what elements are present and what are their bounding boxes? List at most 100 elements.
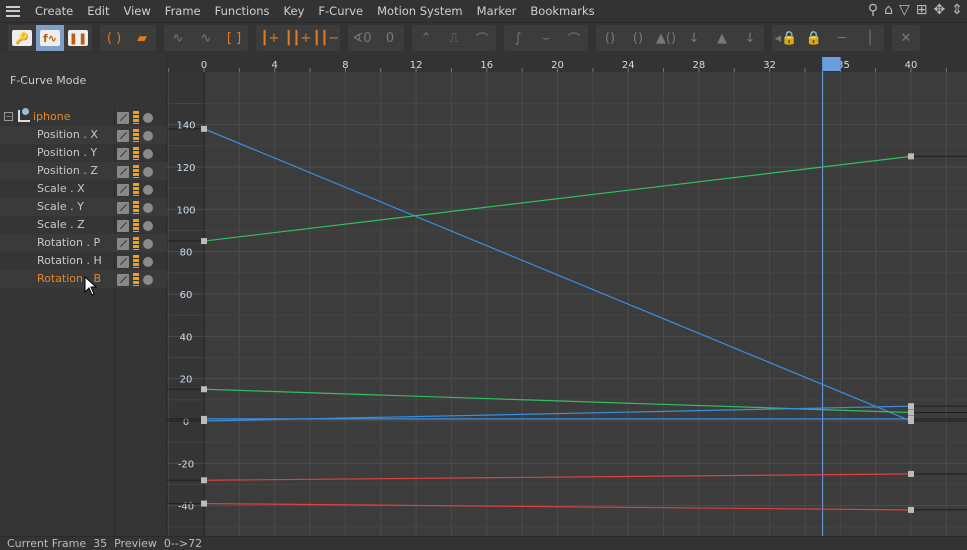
step-button[interactable]: ⎍ — [440, 25, 468, 51]
solo-toggle-icon[interactable] — [143, 220, 153, 231]
track-row[interactable]: Scale . Y — [0, 198, 167, 216]
lock-time-button[interactable]: 🔒 — [800, 25, 828, 51]
track-row[interactable]: Scale . Z — [0, 216, 167, 234]
menu-bookmarks[interactable]: Bookmarks — [523, 4, 601, 18]
move-icon[interactable]: ✥ — [934, 2, 946, 18]
menu-create[interactable]: Create — [28, 4, 80, 18]
keyframe[interactable] — [201, 477, 207, 484]
zero-length-button[interactable]: 0 — [376, 25, 404, 51]
mute-button[interactable]: ✕ — [892, 25, 920, 51]
keyframe[interactable] — [201, 500, 207, 507]
dopesheet-mode-button[interactable]: ❚❚ — [64, 25, 92, 51]
solo-toggle-icon[interactable] — [143, 274, 153, 285]
add-keys-button[interactable]: ┃┃+ — [284, 25, 312, 51]
solo-toggle-icon[interactable] — [143, 130, 153, 141]
menu-edit[interactable]: Edit — [80, 4, 116, 18]
layer-icon[interactable] — [133, 273, 139, 286]
scale-vertical-icon[interactable]: ⇕ — [951, 2, 963, 18]
edit-toggle-icon[interactable] — [117, 237, 129, 250]
layer-icon[interactable] — [133, 183, 139, 196]
menu-key[interactable]: Key — [277, 4, 312, 18]
layer-icon[interactable] — [133, 165, 139, 178]
edit-toggle-icon[interactable] — [117, 147, 129, 160]
menu-view[interactable]: View — [117, 4, 158, 18]
tangent-unlock-button[interactable]: () — [624, 25, 652, 51]
keyframe[interactable] — [908, 506, 914, 513]
solo-toggle-icon[interactable] — [143, 166, 153, 177]
folder-button[interactable]: ▰ — [128, 25, 156, 51]
solo-toggle-icon[interactable] — [143, 202, 153, 213]
filter-icon[interactable]: ▽ — [899, 2, 910, 18]
key-mode-button[interactable]: 🔑 — [8, 25, 36, 51]
curve-frame-button[interactable]: ∿ — [164, 25, 192, 51]
edit-toggle-icon[interactable] — [117, 183, 129, 196]
edit-toggle-icon[interactable] — [117, 129, 129, 142]
keyframe[interactable] — [908, 403, 914, 410]
solo-toggle-icon[interactable] — [143, 238, 153, 249]
keyframe[interactable] — [908, 470, 914, 477]
lock-value-h-button[interactable]: ─ — [828, 25, 856, 51]
break-tangent-button[interactable]: ↓ — [680, 25, 708, 51]
ease-in-button[interactable]: ⌣ — [532, 25, 560, 51]
layer-icon[interactable] — [133, 147, 139, 160]
menu-frame[interactable]: Frame — [158, 4, 208, 18]
solo-toggle-icon[interactable] — [143, 112, 153, 123]
keyframe[interactable] — [201, 386, 207, 393]
curve-disabled-button[interactable]: ∿ — [192, 25, 220, 51]
keyframe[interactable] — [908, 409, 914, 416]
menu-motion-system[interactable]: Motion System — [370, 4, 470, 18]
solo-toggle-icon[interactable] — [143, 256, 153, 267]
linear-button[interactable]: ⌃ — [412, 25, 440, 51]
lock-value-v-button[interactable]: │ — [856, 25, 884, 51]
layer-icon[interactable] — [133, 219, 139, 232]
layer-icon[interactable] — [133, 129, 139, 142]
collapse-icon[interactable]: − — [4, 112, 13, 121]
edit-toggle-icon[interactable] — [117, 219, 129, 232]
layer-icon[interactable] — [133, 237, 139, 250]
edit-toggle-icon[interactable] — [117, 165, 129, 178]
track-row[interactable]: Position . Y — [0, 144, 167, 162]
add-key-button[interactable]: ┃+ — [256, 25, 284, 51]
layer-icon[interactable] — [133, 201, 139, 214]
track-row[interactable]: Rotation . P — [0, 234, 167, 252]
fcurve-graph[interactable]: 04812162024283263540140120100806040200-2… — [167, 53, 967, 536]
tangent-lock-button[interactable]: () — [596, 25, 624, 51]
spline-button[interactable]: ⌒ — [468, 25, 496, 51]
add-icon[interactable]: ⊞ — [916, 2, 928, 18]
loop-button[interactable]: ( ) — [100, 25, 128, 51]
track-row[interactable]: Position . Z — [0, 162, 167, 180]
home-icon[interactable]: ⌂ — [884, 2, 893, 18]
fcurve-mode-button[interactable]: f∿ — [36, 25, 64, 51]
zero-angle-button[interactable]: ∢0 — [348, 25, 376, 51]
keyframe[interactable] — [201, 238, 207, 245]
solo-toggle-icon[interactable] — [143, 184, 153, 195]
ease-ease-button[interactable]: ∫ — [504, 25, 532, 51]
keyframe[interactable] — [201, 125, 207, 132]
weight-button[interactable]: ▲ — [708, 25, 736, 51]
remove-keys-button[interactable]: ┃┃− — [312, 25, 340, 51]
auto-tangent-button[interactable]: ↓ — [736, 25, 764, 51]
lock-key-button[interactable]: ◂🔒 — [772, 25, 800, 51]
menu-marker[interactable]: Marker — [470, 4, 524, 18]
menu-functions[interactable]: Functions — [208, 4, 277, 18]
track-row[interactable]: Scale . X — [0, 180, 167, 198]
frame-bracket-button[interactable]: [ ] — [220, 25, 248, 51]
ease-out-button[interactable]: ⌒ — [560, 25, 588, 51]
keyframe[interactable] — [908, 153, 914, 160]
track-row[interactable]: Rotation . H — [0, 252, 167, 270]
search-icon[interactable]: ⚲ — [868, 2, 878, 18]
current-frame-marker[interactable] — [822, 57, 841, 71]
solo-toggle-icon[interactable] — [143, 148, 153, 159]
keyframe[interactable] — [908, 415, 914, 422]
track-row[interactable]: Position . X — [0, 126, 167, 144]
edit-toggle-icon[interactable] — [117, 255, 129, 268]
edit-toggle-icon[interactable] — [117, 273, 129, 286]
layer-icon[interactable] — [133, 255, 139, 268]
edit-toggle-icon[interactable] — [117, 111, 129, 124]
weight-lock-button[interactable]: ▲() — [652, 25, 680, 51]
keyframe[interactable] — [201, 415, 207, 422]
layer-icon[interactable] — [133, 111, 139, 124]
edit-toggle-icon[interactable] — [117, 201, 129, 214]
hamburger-menu-icon[interactable] — [6, 5, 20, 17]
menu-f-curve[interactable]: F-Curve — [311, 4, 370, 18]
